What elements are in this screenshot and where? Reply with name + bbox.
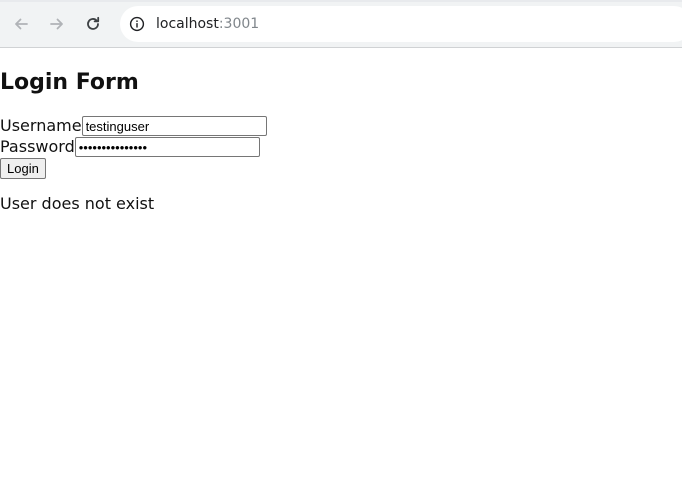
browser-toolbar: localhost:3001 <box>0 0 682 48</box>
url-port: :3001 <box>218 16 260 32</box>
password-input[interactable] <box>74 137 260 157</box>
status-message: User does not exist <box>0 194 155 213</box>
login-button[interactable]: Login <box>0 158 46 179</box>
password-row: Password <box>0 136 260 158</box>
url-host: localhost <box>156 16 219 32</box>
reload-icon <box>87 16 100 30</box>
reload-button[interactable] <box>81 12 105 36</box>
arrow-right-icon <box>50 18 63 30</box>
address-bar[interactable]: localhost:3001 <box>120 6 682 42</box>
forward-button[interactable] <box>45 12 69 36</box>
url-text[interactable]: localhost:3001 <box>156 15 259 33</box>
page-content: Login Form Username Password Login User … <box>0 49 682 485</box>
username-input[interactable] <box>81 116 267 136</box>
username-row: Username <box>0 115 267 137</box>
info-icon <box>129 16 145 32</box>
back-button[interactable] <box>9 12 33 36</box>
arrow-left-icon <box>15 18 28 30</box>
password-label: Password <box>0 137 75 156</box>
site-info-button[interactable] <box>128 15 146 33</box>
username-label: Username <box>0 116 82 135</box>
page-title: Login Form <box>0 70 139 95</box>
toolbar-top-border <box>0 0 682 2</box>
